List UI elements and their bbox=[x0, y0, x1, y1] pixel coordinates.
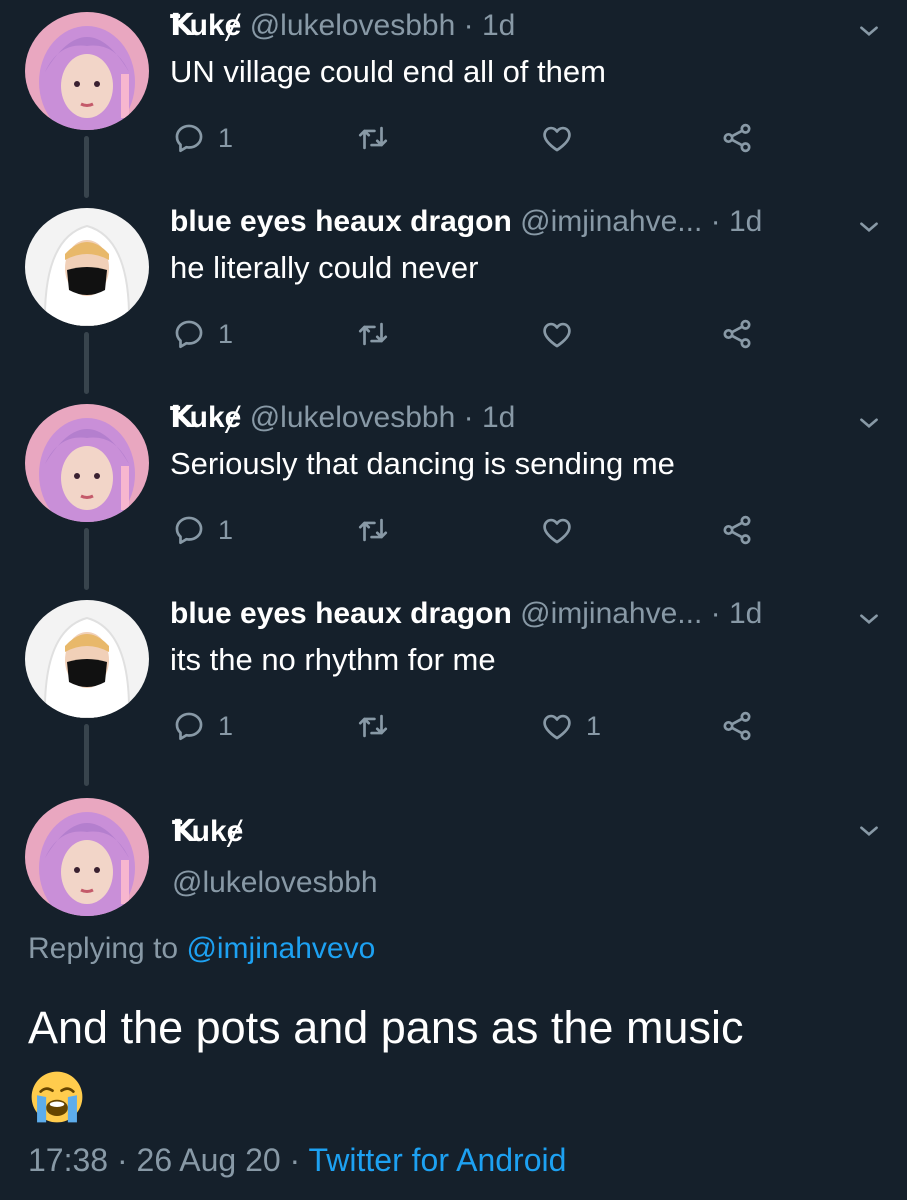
tweet-text: he literally could never bbox=[170, 250, 479, 285]
tweet[interactable]: Ꝁukɇ @lukelovesbbh · 1d UN village could… bbox=[0, 0, 907, 198]
avatar[interactable] bbox=[25, 208, 149, 326]
display-name[interactable]: Ꝁukɇ bbox=[170, 9, 241, 42]
retweet-button[interactable] bbox=[356, 510, 402, 550]
tweet[interactable]: blue eyes heaux dragon @imjinahve... · 1… bbox=[0, 588, 907, 786]
avatar[interactable] bbox=[25, 600, 149, 718]
retweet-button[interactable] bbox=[356, 314, 402, 354]
action-bar: 1 bbox=[170, 314, 770, 354]
chevron-down-icon[interactable] bbox=[856, 214, 882, 240]
share-button[interactable] bbox=[720, 706, 754, 746]
focused-tweet: Ꝁukɇ @lukelovesbbh Replying to @imjinahv… bbox=[0, 790, 907, 1200]
reply-count: 1 bbox=[218, 318, 234, 349]
action-bar: 1 1 bbox=[170, 706, 770, 746]
tweet-date[interactable]: 26 Aug 20 bbox=[137, 1142, 281, 1178]
reply-button[interactable]: 1 bbox=[172, 510, 233, 550]
tweet-meta: 17:38 · 26 Aug 20 · Twitter for Android bbox=[28, 1142, 566, 1179]
thread-line bbox=[84, 528, 89, 590]
handle[interactable]: @lukelovesbbh bbox=[250, 9, 456, 42]
share-button[interactable] bbox=[720, 118, 754, 158]
retweet-button[interactable] bbox=[356, 706, 402, 746]
separator: · bbox=[463, 9, 474, 42]
reply-button[interactable]: 1 bbox=[172, 314, 233, 354]
share-icon bbox=[723, 711, 751, 741]
avatar[interactable] bbox=[25, 404, 149, 522]
like-count: 1 bbox=[586, 710, 602, 741]
chevron-down-icon[interactable] bbox=[856, 410, 882, 436]
heart-icon bbox=[543, 322, 571, 348]
chevron-down-icon[interactable] bbox=[856, 18, 882, 44]
action-bar: 1 bbox=[170, 510, 770, 550]
tweet-text: UN village could end all of them bbox=[170, 54, 606, 89]
share-button[interactable] bbox=[720, 314, 754, 354]
tweet[interactable]: Ꝁukɇ @lukelovesbbh · 1d Seriously that d… bbox=[0, 392, 907, 590]
retweet-button[interactable] bbox=[356, 118, 402, 158]
reply-count: 1 bbox=[218, 122, 234, 153]
separator: · bbox=[289, 1142, 301, 1178]
display-name[interactable]: blue eyes heaux dragon bbox=[170, 597, 512, 630]
reply-count: 1 bbox=[218, 710, 234, 741]
like-button[interactable] bbox=[540, 314, 586, 354]
replying-to-link[interactable]: @imjinahvevo bbox=[186, 932, 375, 965]
retweet-icon bbox=[358, 322, 388, 346]
thread-line bbox=[84, 724, 89, 786]
chevron-down-icon[interactable] bbox=[856, 606, 882, 632]
chevron-down-icon[interactable] bbox=[856, 818, 882, 844]
timestamp[interactable]: 1d bbox=[482, 401, 515, 434]
share-icon bbox=[723, 319, 751, 349]
separator: · bbox=[710, 205, 721, 238]
timestamp[interactable]: 1d bbox=[729, 597, 762, 630]
display-name[interactable]: Ꝁukɇ bbox=[170, 401, 241, 434]
timestamp[interactable]: 1d bbox=[729, 205, 762, 238]
reply-icon bbox=[175, 516, 203, 545]
reply-icon bbox=[175, 712, 203, 741]
tweet-text: Seriously that dancing is sending me bbox=[170, 446, 675, 481]
retweet-icon bbox=[358, 518, 388, 542]
reply-icon bbox=[175, 320, 203, 349]
share-button[interactable] bbox=[720, 510, 754, 550]
tweet-header: blue eyes heaux dragon @imjinahve... · 1… bbox=[170, 594, 827, 634]
separator: · bbox=[116, 1142, 128, 1178]
replying-to: Replying to @imjinahvevo bbox=[28, 932, 375, 966]
heart-icon bbox=[543, 126, 571, 152]
timestamp[interactable]: 1d bbox=[482, 9, 515, 42]
separator: · bbox=[463, 401, 474, 434]
handle[interactable]: @imjinahve... bbox=[520, 597, 702, 630]
tweet-text: And the pots and pans as the music bbox=[28, 1002, 744, 1053]
loudly-crying-face-icon bbox=[31, 1071, 83, 1123]
tweet-header: blue eyes heaux dragon @imjinahve... · 1… bbox=[170, 202, 827, 242]
action-bar: 1 bbox=[170, 118, 770, 158]
reply-icon bbox=[175, 124, 203, 153]
share-icon bbox=[723, 515, 751, 545]
handle[interactable]: @lukelovesbbh bbox=[172, 866, 378, 900]
avatar[interactable] bbox=[25, 798, 149, 916]
heart-icon bbox=[543, 714, 571, 740]
tweet-header: Ꝁukɇ @lukelovesbbh · 1d bbox=[170, 398, 827, 438]
reply-button[interactable]: 1 bbox=[172, 706, 233, 746]
separator: · bbox=[710, 597, 721, 630]
tweet-header: Ꝁukɇ @lukelovesbbh · 1d bbox=[170, 6, 827, 46]
replying-prefix: Replying to bbox=[28, 932, 179, 965]
avatar[interactable] bbox=[25, 12, 149, 130]
thread-line bbox=[84, 136, 89, 198]
display-name[interactable]: Ꝁukɇ bbox=[172, 814, 243, 849]
thread-line bbox=[84, 332, 89, 394]
handle[interactable]: @imjinahve... bbox=[520, 205, 702, 238]
like-button[interactable] bbox=[540, 118, 586, 158]
reply-count: 1 bbox=[218, 514, 234, 545]
display-name[interactable]: blue eyes heaux dragon bbox=[170, 205, 512, 238]
retweet-icon bbox=[358, 714, 388, 738]
handle[interactable]: @lukelovesbbh bbox=[250, 401, 456, 434]
like-button[interactable]: 1 bbox=[540, 706, 601, 746]
retweet-icon bbox=[358, 126, 388, 150]
tweet[interactable]: blue eyes heaux dragon @imjinahve... · 1… bbox=[0, 196, 907, 394]
heart-icon bbox=[543, 518, 571, 544]
tweet-source-link[interactable]: Twitter for Android bbox=[309, 1142, 567, 1178]
share-icon bbox=[723, 123, 751, 153]
tweet-time[interactable]: 17:38 bbox=[28, 1142, 108, 1178]
reply-button[interactable]: 1 bbox=[172, 118, 233, 158]
like-button[interactable] bbox=[540, 510, 586, 550]
tweet-text: its the no rhythm for me bbox=[170, 642, 496, 677]
